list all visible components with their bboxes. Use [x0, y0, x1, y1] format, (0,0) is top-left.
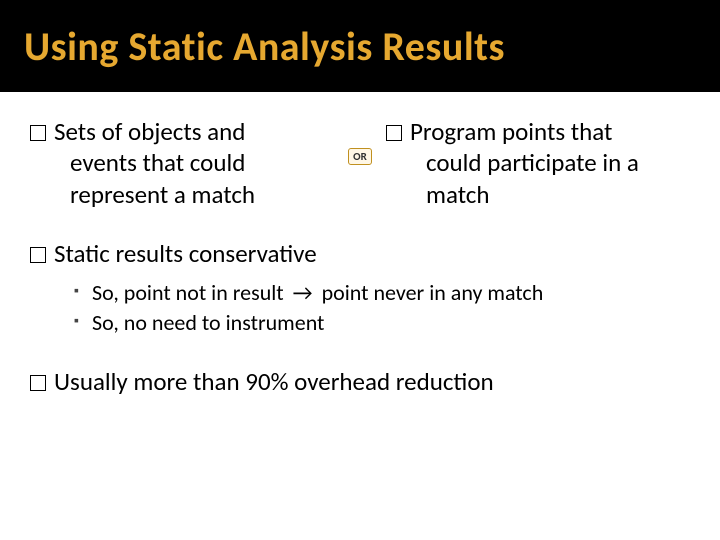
- square-bullet-icon: [386, 125, 402, 141]
- or-wrap: OR: [338, 116, 382, 165]
- sub1-b: point never in any match: [322, 279, 544, 306]
- bullet-conservative: Static results conservative: [30, 238, 690, 271]
- square-bullet-icon: [30, 125, 46, 141]
- sub-bullet-list: So, point not in result → point never in…: [30, 278, 690, 337]
- left-column: Sets of objects and events that could re…: [30, 116, 334, 210]
- sub1-a: So, point not in result: [92, 279, 284, 306]
- or-badge: OR: [348, 148, 372, 165]
- left-line1: Sets of objects and: [54, 116, 245, 147]
- slide-content: Sets of objects and events that could re…: [0, 92, 720, 398]
- bullet-overhead-text: Usually more than 90% overhead reduction: [54, 366, 494, 397]
- arrow-icon: →: [289, 278, 317, 308]
- square-bullet-icon: [30, 375, 46, 391]
- sub-bullet-1: So, point not in result → point never in…: [74, 278, 690, 308]
- two-column-row: Sets of objects and events that could re…: [30, 116, 690, 210]
- right-column: Program points that could participate in…: [386, 116, 690, 210]
- bullet-conservative-text: Static results conservative: [54, 238, 317, 269]
- title-bar: Using Static Analysis Results: [0, 0, 720, 92]
- slide-title: Using Static Analysis Results: [24, 22, 505, 71]
- square-bullet-icon: [30, 247, 46, 263]
- right-line1: Program points that: [410, 116, 612, 147]
- bullet-overhead: Usually more than 90% overhead reduction: [30, 366, 690, 399]
- left-line2: events that could represent a match: [30, 147, 334, 210]
- sub-bullet-2: So, no need to instrument: [74, 308, 690, 338]
- right-line2: could participate in a match: [386, 147, 690, 210]
